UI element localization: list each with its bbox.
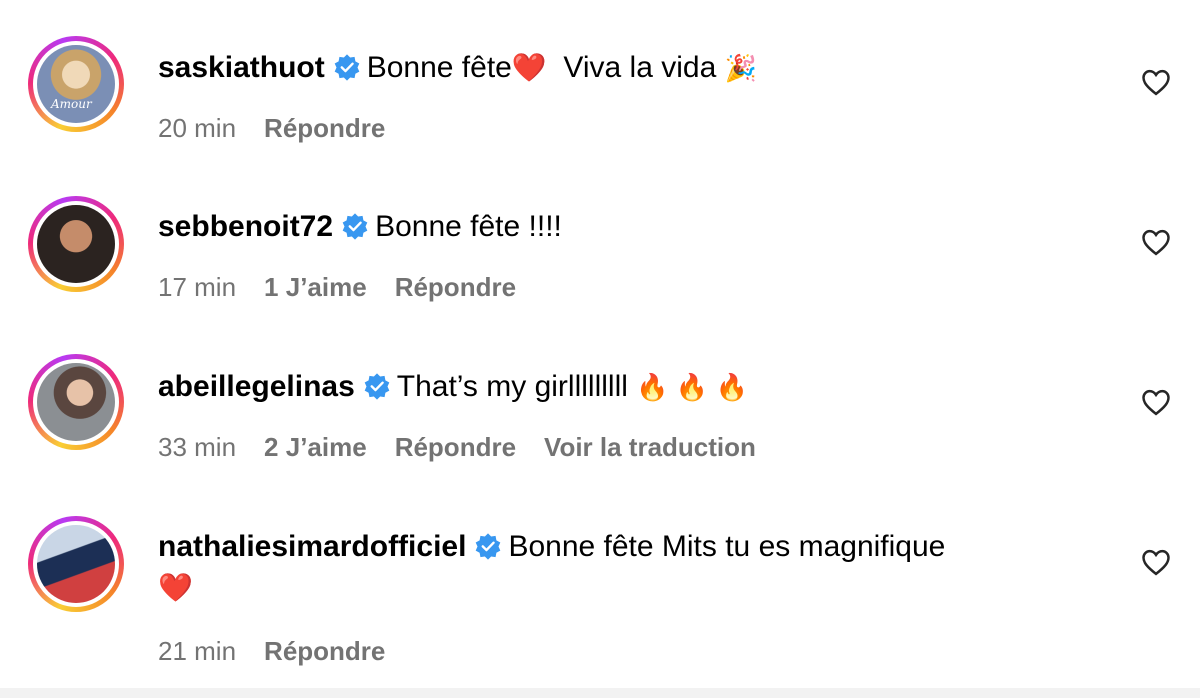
comment-meta: 20 min Répondre bbox=[158, 113, 413, 144]
comment-text: That’s my girlllllllll bbox=[396, 370, 628, 403]
timestamp: 20 min bbox=[158, 113, 237, 143]
timestamp: 33 min bbox=[158, 432, 237, 462]
verified-badge-icon bbox=[364, 373, 390, 400]
username-link[interactable]: saskiathuot bbox=[158, 51, 325, 84]
translate-button[interactable]: Voir la traduction bbox=[544, 432, 756, 462]
heart-outline-icon[interactable] bbox=[1141, 388, 1171, 416]
bottom-divider bbox=[0, 688, 1200, 698]
heart-emoji: ❤️ bbox=[511, 52, 547, 83]
comment-text: Bonne fête Mits tu es magnifique bbox=[508, 530, 946, 563]
comment-line: saskiathuot Bonne fête❤️ Viva la vida 🎉 bbox=[158, 50, 757, 86]
timestamp: 17 min bbox=[158, 272, 237, 302]
username-link[interactable]: abeillegelinas bbox=[158, 370, 355, 403]
likes-count-button[interactable]: 1 J’aime bbox=[264, 272, 367, 302]
avatar[interactable] bbox=[28, 516, 124, 612]
comment-line-2: ❤️ bbox=[158, 570, 193, 606]
comment-text-2: Viva la vida bbox=[563, 51, 717, 84]
heart-emoji: ❤️ bbox=[158, 572, 193, 603]
comment-text: Bonne fête bbox=[366, 51, 512, 84]
avatar[interactable] bbox=[28, 196, 124, 292]
comment-line: sebbenoit72 Bonne fête !!!! bbox=[158, 209, 562, 245]
reply-button[interactable]: Répondre bbox=[395, 432, 516, 462]
reply-button[interactable]: Répondre bbox=[395, 272, 516, 302]
fire-emoji: 🔥 🔥 🔥 bbox=[636, 372, 748, 402]
reply-button[interactable]: Répondre bbox=[264, 636, 385, 666]
timestamp: 21 min bbox=[158, 636, 237, 666]
avatar[interactable]: Amour bbox=[28, 36, 124, 132]
comment-line: abeillegelinas That’s my girlllllllll 🔥 🔥… bbox=[158, 369, 748, 405]
verified-badge-icon bbox=[476, 533, 501, 560]
comment-meta: 21 min Répondre bbox=[158, 636, 413, 667]
avatar[interactable] bbox=[28, 354, 124, 450]
username-link[interactable]: sebbenoit72 bbox=[158, 210, 333, 243]
username-link[interactable]: nathaliesimardofficiel bbox=[158, 530, 466, 563]
reply-button[interactable]: Répondre bbox=[264, 113, 385, 143]
heart-outline-icon[interactable] bbox=[1141, 228, 1171, 256]
verified-badge-icon bbox=[334, 54, 360, 81]
verified-badge-icon bbox=[342, 213, 368, 240]
comment-text: Bonne fête !!!! bbox=[375, 210, 562, 243]
avatar-caption: Amour bbox=[51, 97, 92, 111]
comment-meta: 17 min 1 J’aime Répondre bbox=[158, 272, 544, 303]
party-popper-emoji: 🎉 bbox=[724, 53, 757, 83]
likes-count-button[interactable]: 2 J’aime bbox=[264, 432, 367, 462]
heart-outline-icon[interactable] bbox=[1141, 68, 1171, 96]
heart-outline-icon[interactable] bbox=[1141, 548, 1171, 576]
comment-meta: 33 min 2 J’aime Répondre Voir la traduction bbox=[158, 432, 784, 463]
comment-line: nathaliesimardofficiel Bonne fête Mits tu… bbox=[158, 529, 945, 565]
